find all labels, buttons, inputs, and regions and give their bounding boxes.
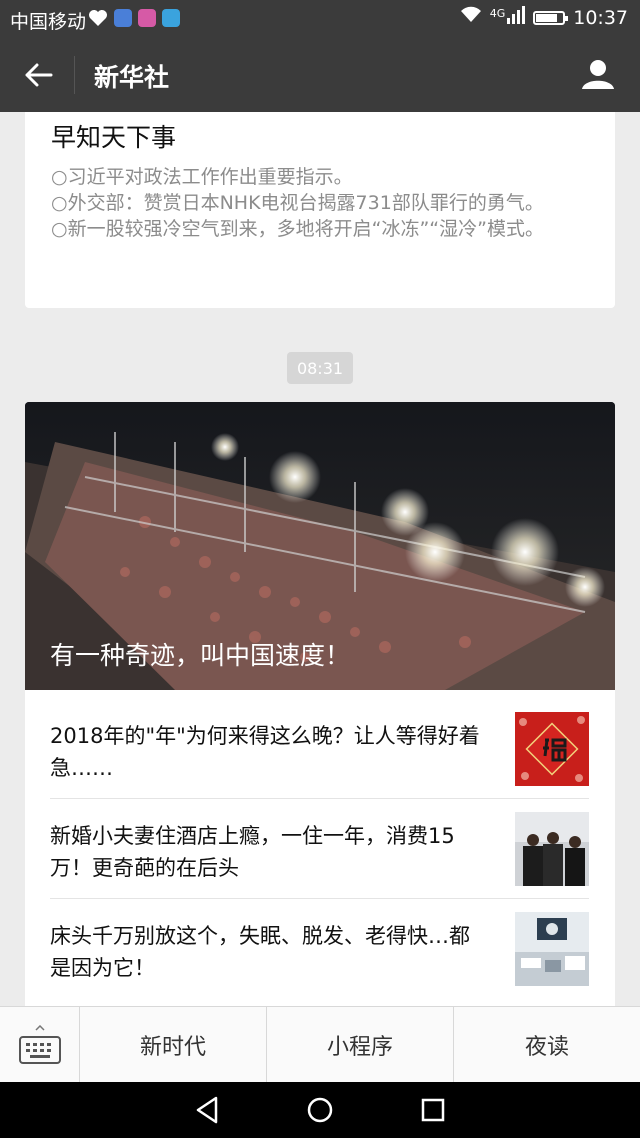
news-thumbnail	[515, 912, 589, 986]
chat-content[interactable]: 早知天下事 习近平对政法工作作出重要指示。 外交部：赞赏日本NHK电视台揭露73…	[0, 112, 640, 1006]
title-divider	[74, 56, 75, 94]
heart-icon	[88, 9, 108, 31]
notification-icons	[88, 9, 180, 31]
menu-item-new-era[interactable]: 新时代	[80, 1007, 267, 1082]
news-card: 有一种奇迹，叫中国速度！ 2018年的"年"为何来得这么晚？让人等得好着急…… …	[25, 402, 615, 1006]
news-item[interactable]: 新婚小夫妻住酒店上瘾，一住一年，消费15万！更奇葩的在后头	[25, 798, 615, 898]
news-thumbnail	[515, 812, 589, 886]
bedroom-photo-image	[515, 912, 589, 986]
square-recents-icon	[422, 1098, 445, 1122]
carrier-label: 中国移动	[10, 11, 87, 33]
digest-title: 早知天下事	[51, 123, 177, 152]
telegram-icon	[162, 9, 180, 27]
digest-item: 新一股较强冷空气到来，多地将开启“冰冻”“湿冷”模式。	[51, 216, 589, 242]
back-button[interactable]	[18, 54, 60, 96]
status-bar: 中国移动 4G 10:37	[0, 0, 640, 38]
news-title: 床头千万别放这个，失眠、脱发、老得快…都是因为它！	[50, 924, 470, 980]
triangle-back-icon	[196, 1096, 217, 1124]
person-icon	[582, 60, 614, 89]
message-timestamp: 08:31	[287, 352, 353, 384]
news-item[interactable]: 2018年的"年"为何来得这么晚？让人等得好着急……	[25, 698, 615, 798]
status-right: 4G 10:37	[460, 6, 628, 29]
clock: 10:37	[573, 6, 628, 29]
system-nav-bar	[0, 1082, 640, 1138]
nav-recents-button[interactable]	[413, 1090, 453, 1130]
hero-article[interactable]: 有一种奇迹，叫中国速度！	[25, 402, 615, 690]
page-title: 新华社	[94, 63, 170, 92]
digest-card[interactable]: 早知天下事 习近平对政法工作作出重要指示。 外交部：赞赏日本NHK电视台揭露73…	[25, 112, 615, 308]
app-icon-pink	[138, 9, 156, 27]
network-type: 4G	[489, 7, 506, 20]
digest-item: 外交部：赞赏日本NHK电视台揭露731部队罪行的勇气。	[51, 190, 589, 216]
people-photo-image	[515, 812, 589, 886]
news-item[interactable]: 床头千万别放这个，失眠、脱发、老得快…都是因为它！	[25, 898, 615, 998]
news-thumbnail	[515, 712, 589, 786]
nav-home-button[interactable]	[300, 1090, 340, 1130]
app-icon-blue	[114, 9, 132, 27]
menu-item-mini-program[interactable]: 小程序	[267, 1007, 454, 1082]
fu-character-image	[515, 712, 589, 786]
news-title: 新婚小夫妻住酒店上瘾，一住一年，消费15万！更奇葩的在后头	[50, 824, 455, 880]
news-title: 2018年的"年"为何来得这么晚？让人等得好着急……	[50, 724, 480, 780]
keyboard-icon	[18, 1024, 61, 1064]
hero-caption: 有一种奇迹，叫中国速度！	[50, 641, 351, 670]
signal-icon	[507, 6, 526, 29]
keyboard-toggle-button[interactable]	[0, 1007, 80, 1082]
circle-home-icon	[307, 1097, 333, 1123]
menu-item-night-reading[interactable]: 夜读	[454, 1007, 640, 1082]
arrow-left-icon	[25, 63, 53, 87]
title-bar: 新华社	[0, 38, 640, 112]
battery-icon	[533, 10, 569, 25]
digest-item: 习近平对政法工作作出重要指示。	[51, 164, 589, 190]
wifi-icon	[460, 6, 482, 29]
profile-button[interactable]	[578, 54, 618, 94]
bottom-menu: 新时代 小程序 夜读	[0, 1006, 640, 1082]
nav-back-button[interactable]	[187, 1090, 227, 1130]
